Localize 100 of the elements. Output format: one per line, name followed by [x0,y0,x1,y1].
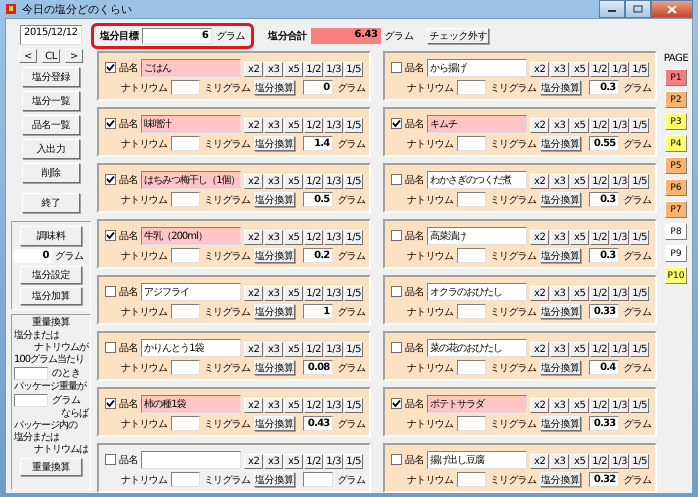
factor-button[interactable]: 1/3 [610,342,630,357]
name-field[interactable]: ごはん [141,58,242,76]
name-field[interactable]: ポテトサラダ [427,394,528,412]
factor-button[interactable]: x3 [550,342,570,357]
factor-button[interactable]: x2 [530,118,550,133]
name-field[interactable]: 揚げ出し豆腐 [427,450,528,468]
factor-button[interactable]: 1/2 [590,454,610,469]
sodium-field[interactable] [457,136,486,151]
convert-button[interactable]: 塩分換算 [540,192,581,207]
factor-button[interactable]: 1/3 [324,62,344,77]
name-field[interactable]: アジフライ [141,282,242,300]
factor-button[interactable]: x3 [264,62,284,77]
page-button[interactable]: P6 [665,179,687,196]
factor-button[interactable]: 1/2 [304,230,324,245]
sodium-field[interactable] [457,248,486,263]
factor-button[interactable]: 1/3 [610,454,630,469]
convert-button[interactable]: 塩分換算 [254,416,295,431]
checkbox[interactable] [105,286,116,297]
sodium-field[interactable] [457,80,486,95]
convert-button[interactable]: 塩分換算 [254,472,295,487]
checkbox[interactable] [391,398,402,409]
factor-button[interactable]: x5 [570,118,590,133]
factor-button[interactable]: 1/5 [344,342,364,357]
factor-button[interactable]: x5 [570,62,590,77]
factor-button[interactable]: x5 [284,454,304,469]
nav-button[interactable]: < [19,49,37,63]
checkbox[interactable] [391,454,402,465]
name-field[interactable]: かりんとう1袋 [141,338,242,356]
factor-button[interactable]: 1/3 [610,62,630,77]
factor-button[interactable]: x2 [530,398,550,413]
factor-button[interactable]: 1/3 [324,174,344,189]
factor-button[interactable]: x3 [264,398,284,413]
factor-button[interactable]: x5 [284,286,304,301]
factor-button[interactable]: 1/2 [304,286,324,301]
seasoning-field[interactable]: 0 [14,249,52,263]
factor-button[interactable]: x3 [550,286,570,301]
factor-button[interactable]: 1/2 [590,286,610,301]
factor-button[interactable]: 1/2 [304,118,324,133]
salt-button[interactable]: 塩分加算 [20,287,82,305]
factor-button[interactable]: x5 [284,230,304,245]
factor-button[interactable]: x3 [550,174,570,189]
factor-button[interactable]: x5 [570,342,590,357]
salt-field[interactable]: 0.55 [588,136,620,151]
name-field[interactable]: オクラのおひたし [427,282,528,300]
factor-button[interactable]: 1/2 [590,230,610,245]
factor-button[interactable]: x5 [284,174,304,189]
factor-button[interactable]: 1/3 [324,286,344,301]
sodium-field[interactable] [457,304,486,319]
factor-button[interactable]: x2 [244,398,264,413]
factor-button[interactable]: 1/2 [304,398,324,413]
factor-button[interactable]: x5 [570,454,590,469]
sodium-field[interactable] [457,472,486,487]
convert-button[interactable]: 塩分換算 [254,80,295,95]
factor-button[interactable]: x3 [264,342,284,357]
sodium-field[interactable] [171,80,200,95]
checkbox[interactable] [391,118,402,129]
name-field[interactable]: キムチ [427,114,528,132]
menu-button[interactable]: 塩分登録 [22,67,80,87]
factor-button[interactable]: x2 [530,174,550,189]
factor-button[interactable]: x5 [570,398,590,413]
name-field[interactable] [141,450,242,468]
factor-button[interactable]: x3 [264,230,284,245]
page-button[interactable]: P1 [665,69,687,86]
salt-field[interactable]: 0.3 [588,80,620,95]
name-field[interactable]: わかさぎのつくだ煮 [427,170,528,188]
name-field[interactable]: 菜の花のおひたし [427,338,528,356]
salt-field[interactable]: 0.32 [588,472,620,487]
convert-button[interactable]: 塩分換算 [254,248,295,263]
checkbox[interactable] [105,454,116,465]
factor-button[interactable]: x5 [284,342,304,357]
sodium-field[interactable] [457,416,486,431]
factor-button[interactable]: 1/3 [610,118,630,133]
factor-button[interactable]: 1/3 [324,118,344,133]
convert-button[interactable]: 塩分換算 [540,416,581,431]
factor-button[interactable]: 1/5 [344,174,364,189]
factor-button[interactable]: 1/2 [590,398,610,413]
input-field[interactable] [14,366,48,380]
convert-button[interactable]: 塩分換算 [540,472,581,487]
name-field[interactable]: 牛乳（200ml） [141,226,242,244]
checkbox[interactable] [105,62,116,73]
factor-button[interactable]: 1/2 [304,342,324,357]
sodium-field[interactable] [171,472,200,487]
factor-button[interactable]: 1/2 [304,454,324,469]
sodium-field[interactable] [171,416,200,431]
factor-button[interactable]: x5 [570,230,590,245]
seasoning-button[interactable]: 調味料 [20,226,82,246]
page-button[interactable]: P7 [665,201,687,218]
factor-button[interactable]: x2 [244,230,264,245]
factor-button[interactable]: x3 [264,286,284,301]
sodium-field[interactable] [171,248,200,263]
factor-button[interactable]: 1/2 [304,174,324,189]
factor-button[interactable]: 1/2 [304,62,324,77]
checkbox[interactable] [105,118,116,129]
factor-button[interactable]: x2 [530,230,550,245]
checkbox[interactable] [391,62,402,73]
menu-button[interactable]: 入出力 [22,139,80,159]
factor-button[interactable]: 1/2 [590,342,610,357]
salt-field[interactable]: 0.4 [588,360,620,375]
factor-button[interactable]: x3 [264,118,284,133]
convert-button[interactable]: 塩分換算 [540,360,581,375]
